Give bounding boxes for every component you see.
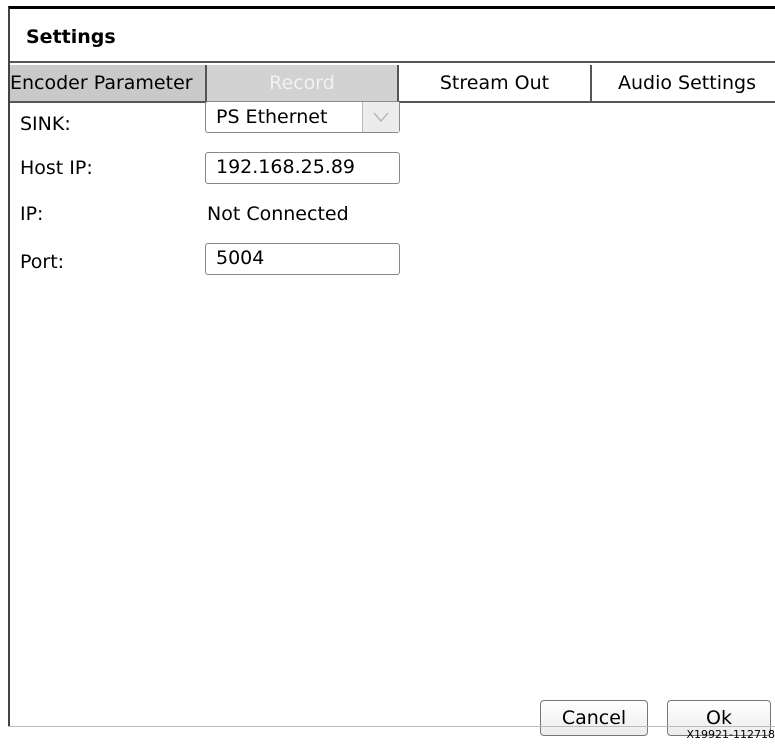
- tab-record: Record: [207, 65, 399, 101]
- dialog-title: Settings: [26, 26, 116, 48]
- port-input[interactable]: 5004: [205, 243, 400, 275]
- sink-label: SINK:: [20, 113, 71, 135]
- tab-bar: Encoder Parameter Record Stream Out Audi…: [10, 65, 775, 103]
- ip-label: IP:: [20, 203, 44, 225]
- tab-stream-out[interactable]: Stream Out: [399, 65, 592, 101]
- host-ip-label: Host IP:: [20, 157, 93, 179]
- sink-dropdown-value: PS Ethernet: [216, 106, 328, 128]
- host-ip-input[interactable]: 192.168.25.89: [205, 152, 400, 184]
- title-bar: Settings: [10, 9, 775, 63]
- tab-audio-settings[interactable]: Audio Settings: [592, 65, 775, 101]
- cancel-button[interactable]: Cancel: [540, 700, 648, 736]
- figure-id-label: X19921-112718: [686, 728, 775, 741]
- port-label: Port:: [20, 251, 65, 273]
- divider: [8, 726, 775, 727]
- sink-dropdown[interactable]: PS Ethernet: [205, 101, 400, 133]
- ip-status-value: Not Connected: [207, 203, 349, 225]
- tab-encoder-parameter[interactable]: Encoder Parameter: [10, 65, 207, 101]
- chevron-down-icon[interactable]: [362, 102, 399, 132]
